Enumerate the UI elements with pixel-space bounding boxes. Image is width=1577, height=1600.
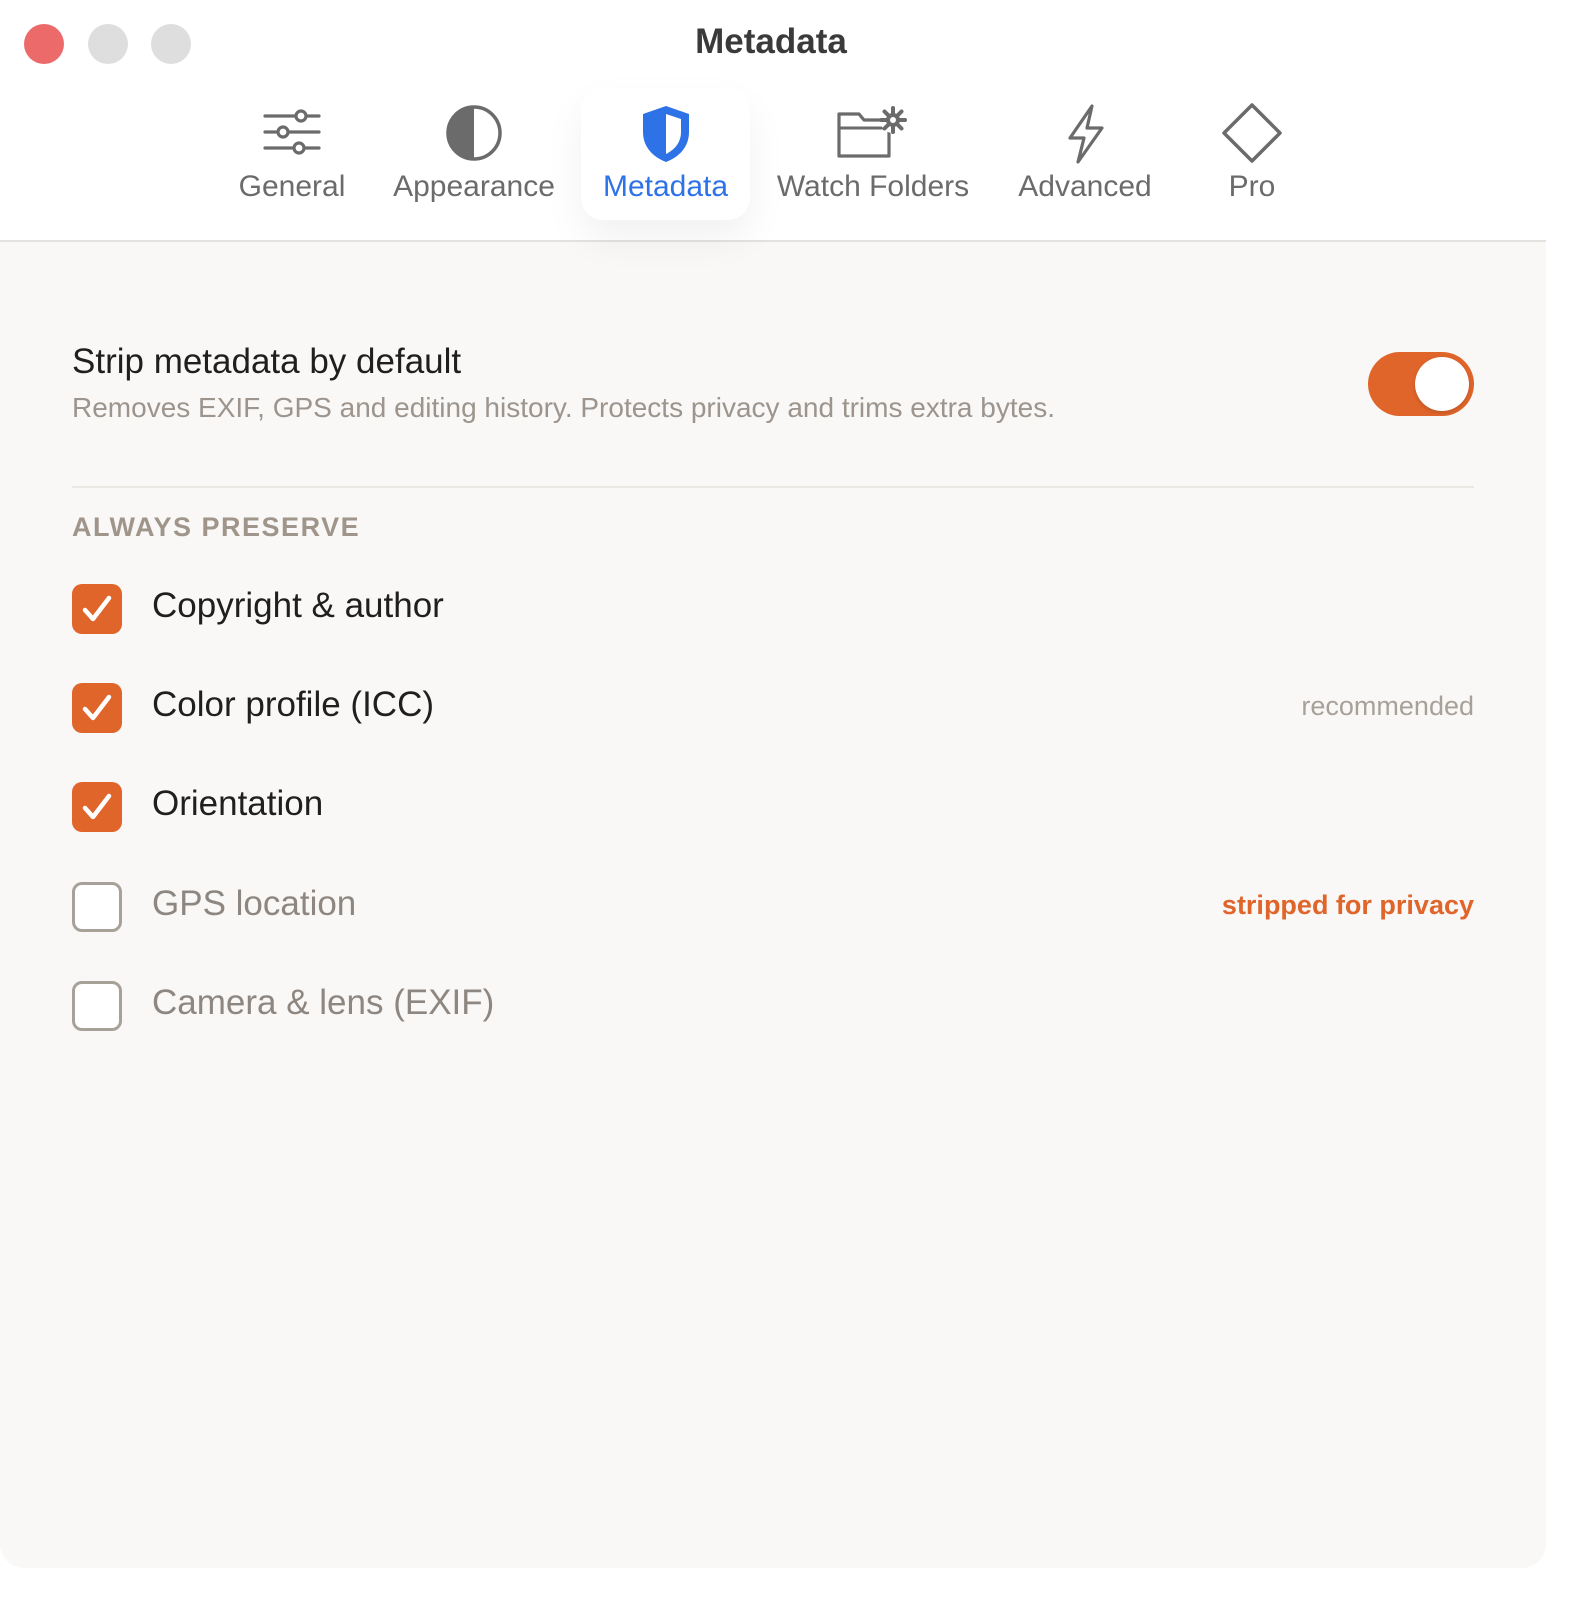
strip-metadata-description: Removes EXIF, GPS and editing history. P… bbox=[72, 392, 1055, 423]
option-label: Orientation bbox=[152, 784, 324, 823]
tab-general[interactable]: General bbox=[222, 88, 362, 220]
half-circle-icon bbox=[446, 105, 502, 161]
orientation-checkbox[interactable] bbox=[72, 782, 122, 832]
preferences-window: Metadata General Appearance Metadata Wat… bbox=[0, 0, 1546, 1568]
option-label: Camera & lens (EXIF) bbox=[152, 983, 495, 1022]
bolt-icon bbox=[1068, 104, 1104, 164]
privacy-note: stripped for privacy bbox=[1221, 890, 1474, 920]
copyright-checkbox[interactable] bbox=[72, 584, 122, 634]
option-label: Copyright & author bbox=[152, 586, 444, 625]
tab-metadata[interactable]: Metadata bbox=[581, 88, 750, 220]
gps-checkbox[interactable] bbox=[72, 882, 122, 932]
tab-label: Advanced bbox=[1018, 170, 1152, 203]
strip-metadata-title: Strip metadata by default bbox=[72, 342, 462, 381]
option-label: Color profile (ICC) bbox=[152, 685, 434, 724]
recommended-note: recommended bbox=[1301, 691, 1474, 721]
tab-pro[interactable]: Pro bbox=[1196, 88, 1308, 220]
tab-label: Appearance bbox=[393, 170, 555, 203]
divider bbox=[72, 486, 1474, 488]
toggle-knob bbox=[1415, 357, 1469, 411]
sliders-icon bbox=[263, 109, 321, 155]
tab-advanced[interactable]: Advanced bbox=[1004, 88, 1166, 220]
option-gps-location[interactable]: GPS location stripped for privacy bbox=[72, 880, 1474, 934]
strip-metadata-toggle[interactable] bbox=[1368, 352, 1474, 416]
tab-label: General bbox=[238, 170, 346, 203]
folder-gear-icon bbox=[837, 106, 907, 158]
option-color-profile[interactable]: Color profile (ICC) recommended bbox=[72, 681, 1474, 735]
tab-label: Pro bbox=[1228, 170, 1276, 203]
diamond-icon bbox=[1222, 103, 1282, 163]
tab-label: Metadata bbox=[602, 170, 729, 203]
option-camera-lens[interactable]: Camera & lens (EXIF) bbox=[72, 979, 1474, 1033]
checkmark-icon bbox=[82, 793, 112, 820]
window-title: Metadata bbox=[695, 22, 847, 61]
tab-watch-folders[interactable]: Watch Folders bbox=[764, 88, 982, 220]
option-orientation[interactable]: Orientation bbox=[72, 780, 1474, 834]
always-preserve-header: ALWAYS PRESERVE bbox=[72, 512, 361, 542]
tab-label: Watch Folders bbox=[776, 170, 970, 203]
camera-lens-checkbox[interactable] bbox=[72, 981, 122, 1031]
checkmark-icon bbox=[82, 595, 112, 622]
checkmark-icon bbox=[82, 694, 112, 721]
option-copyright-author[interactable]: Copyright & author bbox=[72, 582, 1474, 636]
toolbar: Metadata General Appearance Metadata Wat… bbox=[0, 0, 1546, 242]
tab-appearance[interactable]: Appearance bbox=[380, 88, 568, 220]
color-profile-checkbox[interactable] bbox=[72, 683, 122, 733]
option-label: GPS location bbox=[152, 884, 357, 923]
shield-icon bbox=[642, 106, 689, 162]
